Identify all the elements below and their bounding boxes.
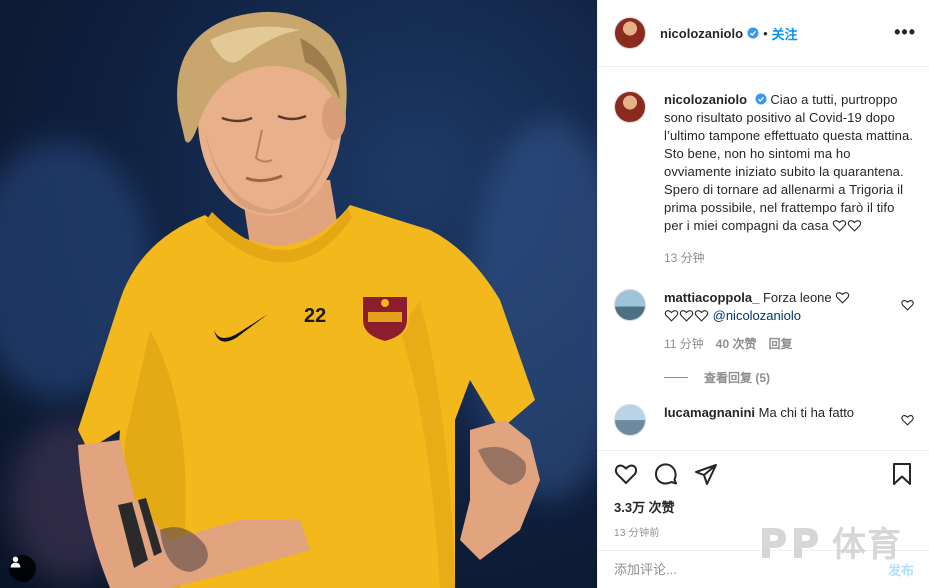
heart-emoji-icon	[679, 310, 694, 322]
comment-likes[interactable]: 40 次赞	[716, 335, 757, 353]
heart-emoji-icon	[836, 292, 850, 304]
view-replies-label: 查看回复 (5)	[704, 371, 771, 385]
comment-item: lucamagnanini Ma chi ti ha fatto	[614, 404, 914, 436]
avatar[interactable]	[614, 17, 646, 49]
heart-emoji-icon	[664, 310, 679, 322]
like-heart-icon[interactable]	[614, 462, 638, 486]
comment-like-heart-icon[interactable]	[901, 299, 914, 311]
svg-text:22: 22	[304, 305, 326, 327]
watermark: 体育	[760, 517, 902, 566]
caption-text: Ciao a tutti, purtroppo sono risultato p…	[664, 92, 914, 233]
comment-bubble-icon[interactable]	[654, 462, 678, 486]
post-details-panel: nicolozaniolo • 关注 ••• nicolozaniolo Cia…	[597, 0, 929, 588]
watermark-text: 体育	[832, 526, 902, 564]
share-paper-plane-icon[interactable]	[694, 462, 718, 486]
more-options-icon[interactable]: •••	[894, 23, 916, 41]
save-bookmark-icon[interactable]	[890, 462, 914, 486]
tagged-users-button[interactable]	[9, 555, 36, 582]
comment-username[interactable]: mattiacoppola_	[664, 290, 759, 305]
heart-emoji-icon	[694, 310, 709, 322]
comment-time[interactable]: 11 分钟	[664, 335, 704, 353]
divider-line	[664, 377, 688, 378]
avatar[interactable]	[614, 404, 646, 436]
user-icon	[10, 556, 21, 568]
comment-text: Forza leone	[762, 290, 832, 305]
verified-badge-icon	[747, 27, 759, 39]
view-replies-button[interactable]: 查看回复 (5)	[664, 369, 914, 386]
comments-list[interactable]: nicolozaniolo Ciao a tutti, purtroppo so…	[598, 67, 929, 450]
likes-count[interactable]: 3.3万 次赞	[614, 497, 914, 516]
follow-button[interactable]: 关注	[772, 24, 798, 43]
post-header: nicolozaniolo • 关注 •••	[598, 0, 929, 67]
heart-emoji-icon	[832, 220, 847, 232]
player-illustration: 22	[78, 11, 540, 588]
comment-text: Ma chi ti ha fatto	[758, 405, 855, 420]
pp-logo-icon	[762, 527, 818, 558]
comment-mention[interactable]: @nicolozaniolo	[713, 308, 801, 323]
avatar[interactable]	[614, 289, 646, 321]
comment-username[interactable]: lucamagnanini	[664, 405, 755, 420]
post-photo[interactable]: 22	[0, 0, 597, 588]
comment-like-heart-icon[interactable]	[901, 414, 914, 426]
reply-button[interactable]: 回复	[768, 335, 792, 353]
caption-time[interactable]: 13 分钟	[664, 249, 705, 267]
author-username[interactable]: nicolozaniolo	[660, 26, 743, 41]
verified-badge-icon	[755, 93, 767, 105]
separator-dot: •	[763, 25, 768, 41]
comment-item: mattiacoppola_ Forza leone @nicolozaniol…	[614, 289, 914, 353]
heart-emoji-icon	[847, 220, 862, 232]
caption-username[interactable]: nicolozaniolo	[664, 92, 747, 107]
caption: nicolozaniolo Ciao a tutti, purtroppo so…	[614, 91, 914, 267]
avatar[interactable]	[614, 91, 646, 123]
